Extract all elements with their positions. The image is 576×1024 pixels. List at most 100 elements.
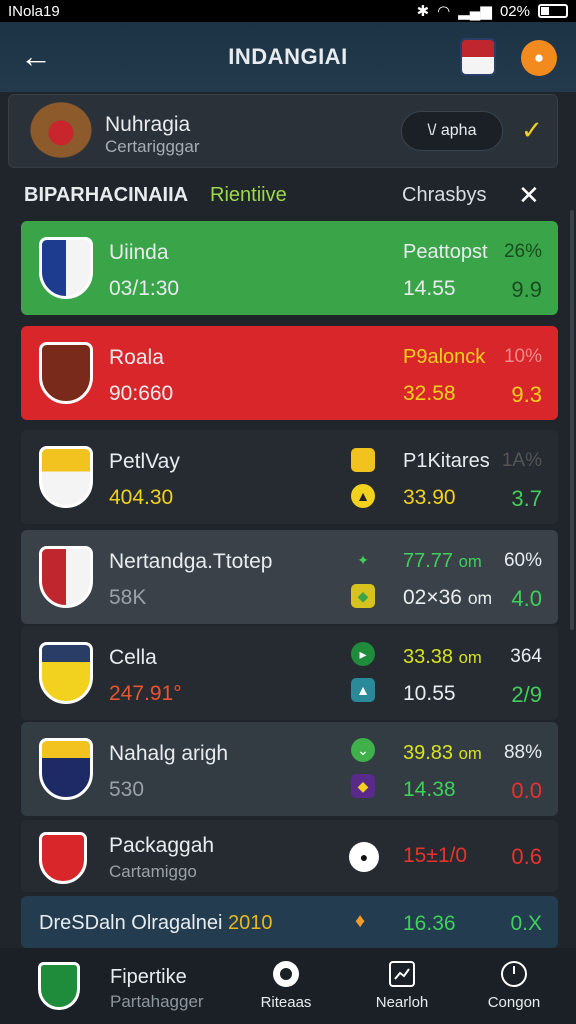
team-crest-icon <box>39 832 87 884</box>
team-crest-icon <box>39 546 93 608</box>
stat-label: P1Kitares <box>403 450 490 472</box>
stat-value-1: 39.83 om <box>403 742 482 764</box>
team-score: 530 <box>109 778 145 801</box>
stripe-icon <box>351 448 375 472</box>
tab-chrasbys[interactable]: Chrasbys <box>402 184 486 207</box>
stat-value-2: 14.38 <box>403 778 456 801</box>
ball-icon: ● <box>349 842 379 872</box>
nav-item-settings[interactable]: Congon <box>474 960 554 1011</box>
shield-icon: ▲ <box>351 484 375 508</box>
nav-profile-sub: Partahagger <box>110 992 204 1011</box>
arrow-down-icon: ⌄ <box>351 738 375 762</box>
list-item[interactable]: Uiinda 03/1:30 Peattopst 14.55 26% 9.9 <box>21 221 558 315</box>
nav-label: Nearloh <box>375 994 429 1011</box>
drop-icon: ♦ <box>355 910 366 932</box>
stat-percent: 364 <box>510 646 542 667</box>
signal-icon: ▂▄▆ <box>458 3 492 20</box>
team-score: 247.91° <box>109 682 182 705</box>
runner-icon: ✦ <box>357 551 369 568</box>
check-icon[interactable]: ✓ <box>521 115 543 146</box>
team-score: 58K <box>109 586 147 609</box>
team-score: 90:660 <box>109 382 174 405</box>
stat-rating: 0.6 <box>511 844 542 869</box>
chart-icon <box>389 961 415 987</box>
nav-item-releases[interactable]: Riteaas <box>246 960 326 1011</box>
list-item[interactable]: Nertandga.Ttotep 58K ✦ ◆ 77.77 om 02×36 … <box>21 530 558 624</box>
battery-icon <box>538 4 568 18</box>
team-name: Packaggah <box>109 834 215 857</box>
status-bar: INola19 ✱ ◠ ▂▄▆ 02% <box>0 0 576 22</box>
stat-value-1: 33.38 om <box>403 646 482 668</box>
stat-rating: 0.0 <box>511 778 542 803</box>
list-item[interactable]: Roala 90:660 P9alonck 32.58 10% 9.3 <box>21 326 558 420</box>
team-name: Nertandga.Ttotep <box>109 550 273 573</box>
emblem-icon: ◆ <box>351 774 375 798</box>
back-arrow-icon[interactable]: ← <box>20 38 52 75</box>
list-item[interactable]: Cella 247.91° ▸ ▲ 33.38 om 10.55 364 2/9 <box>21 626 558 720</box>
stat-percent: 10% <box>503 346 542 367</box>
profile-card[interactable]: Nuhragia Certarigggar \/ apha ✓ <box>8 94 558 168</box>
ball-icon <box>273 961 299 987</box>
stat-percent: 88% <box>503 742 542 763</box>
team-name: Nahalg arigh <box>109 742 229 765</box>
team-name: Cella <box>109 646 157 669</box>
stat-rating: 9.3 <box>511 382 542 407</box>
stat-value-2: 02×36 om <box>403 586 493 609</box>
team-crest-icon <box>39 738 93 800</box>
team-subtitle: Cartamiggo <box>109 862 197 881</box>
tab-bar: BIPARHACINAIIA Rientiive Chrasbys ✕ <box>8 172 568 218</box>
close-icon[interactable]: ✕ <box>518 180 540 211</box>
stat-rating: 4.0 <box>511 586 542 611</box>
team-name: Roala <box>109 346 164 369</box>
team-crest-icon <box>39 446 93 508</box>
stat-rating: 3.7 <box>511 486 542 511</box>
app-bar: ← INDANGIAI ● <box>0 22 576 92</box>
team-crest-icon <box>39 342 93 404</box>
tab-primary[interactable]: BIPARHACINAIIA <box>24 184 188 207</box>
stat-percent: 60% <box>503 550 542 571</box>
nav-item-search[interactable]: Nearloh <box>362 960 442 1011</box>
stat-value-1: 77.77 om <box>403 550 482 572</box>
stat-value: 32.58 <box>403 382 456 405</box>
page-title: INDANGIAI <box>228 44 348 69</box>
team-name: Uiinda <box>109 241 169 264</box>
filter-pill[interactable]: \/ apha <box>401 111 503 151</box>
stat-value: 33.90 <box>403 486 456 509</box>
summary-banner[interactable]: DreSDaln Olragalnei 2010 ♦ 16.36 0.X <box>21 896 558 948</box>
scrollbar[interactable] <box>570 210 574 630</box>
stat-value-2: 10.55 <box>403 682 456 705</box>
nav-label: Riteaas <box>260 994 312 1011</box>
banner-percent: 0.X <box>510 912 542 935</box>
bluetooth-icon: ✱ <box>416 3 430 20</box>
club-shield-icon[interactable] <box>38 962 80 1010</box>
team-score: 404.30 <box>109 486 174 509</box>
tab-relative[interactable]: Rientiive <box>210 184 287 207</box>
team-crest-icon <box>39 237 93 299</box>
wifi-icon: ◠ <box>437 3 451 20</box>
nav-label: Congon <box>487 994 541 1011</box>
stat-label: Peattopst <box>403 241 488 263</box>
stat-percent: 1A% <box>501 450 542 471</box>
profile-name: Nuhragia <box>105 113 191 136</box>
nav-profile-name: Fipertike <box>110 966 187 988</box>
list-item[interactable]: Packaggah Cartamiggo ● 15±1/0 0.6 <box>21 820 558 892</box>
clock-icon <box>501 961 527 987</box>
mountain-icon: ▲ <box>351 678 375 702</box>
battery-level: 02% <box>499 2 530 20</box>
bottom-nav: Fipertike Partahagger Riteaas Nearloh Co… <box>0 948 576 1024</box>
profile-subtitle: Certarigggar <box>105 137 200 156</box>
badge-icon: ◆ <box>351 584 375 608</box>
notification-icon[interactable]: ● <box>521 40 557 76</box>
stat-label: P9alonck <box>403 346 486 368</box>
banner-label: DreSDaln Olragalnei 2010 <box>39 912 273 934</box>
play-icon: ▸ <box>351 642 375 666</box>
flag-crest-icon[interactable] <box>460 38 496 76</box>
list-item[interactable]: PetlVay 404.30 ▲ P1Kitares 33.90 1A% 3.7 <box>21 430 558 524</box>
pill-label: \/ apha <box>427 122 477 139</box>
garuda-emblem-icon <box>29 101 93 159</box>
stat-rating: 2/9 <box>511 682 542 707</box>
list-item[interactable]: Nahalg arigh 530 ⌄ ◆ 39.83 om 14.38 88% … <box>21 722 558 816</box>
team-name: PetlVay <box>109 450 180 473</box>
team-crest-icon <box>39 642 93 704</box>
stat-value: 15±1/0 <box>403 844 468 867</box>
